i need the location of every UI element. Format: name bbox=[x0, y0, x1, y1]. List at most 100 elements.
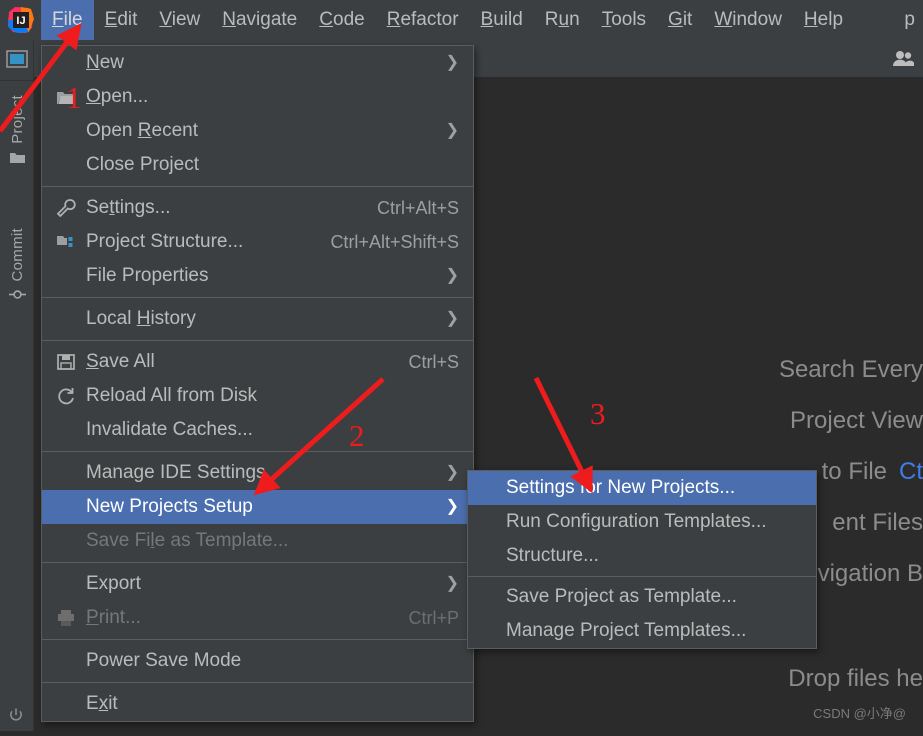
menu-bar-item-refactor[interactable]: Refactor bbox=[376, 0, 470, 40]
menu-item-shortcut: Ctrl+P bbox=[408, 607, 459, 628]
menu-item-label: Open Recent bbox=[86, 120, 198, 141]
idea-window: IJ File Edit View Navigate Code Refactor Build… bbox=[0, 0, 923, 731]
menu-item-label: Project Structure... bbox=[86, 231, 244, 252]
menu-bar-item-file[interactable]: File bbox=[41, 0, 94, 40]
new-projects-setup-item-settings-for-new-projects[interactable]: Settings for New Projects... bbox=[468, 471, 816, 505]
file-menu-item-export[interactable]: Export ❯ bbox=[42, 567, 473, 601]
sidebar-item-project-label: Project bbox=[8, 95, 26, 144]
drop-files-hint: Drop files he bbox=[788, 665, 923, 692]
menu-item-label: Export bbox=[86, 573, 141, 594]
commit-icon bbox=[8, 287, 26, 302]
menu-item-label: Manage IDE Settings bbox=[86, 462, 266, 483]
menu-bar-item-navigate[interactable]: Navigate bbox=[211, 0, 308, 40]
menu-bar-item-view[interactable]: View bbox=[148, 0, 211, 40]
chevron-right-icon: ❯ bbox=[445, 464, 459, 481]
sidebar-item-commit-label: Commit bbox=[8, 228, 26, 282]
reload-icon bbox=[56, 386, 76, 406]
file-menu-item-local-history[interactable]: Local History ❯ bbox=[42, 302, 473, 336]
file-menu-item-manage-ide-settings[interactable]: Manage IDE Settings ❯ bbox=[42, 456, 473, 490]
menu-separator bbox=[42, 562, 473, 563]
file-menu-item-open[interactable]: Open... bbox=[42, 80, 473, 114]
shortcut-hint-text: Search Every bbox=[778, 356, 923, 383]
menu-bar-item-label: Build bbox=[480, 9, 523, 30]
menu-bar-item-label: Help bbox=[803, 9, 844, 30]
sidebar-item-commit[interactable]: Commit bbox=[0, 228, 34, 302]
menu-bar-item-help[interactable]: Help bbox=[793, 0, 854, 40]
menu-item-label: Print... bbox=[86, 607, 141, 628]
file-menu-item-new-projects-setup[interactable]: New Projects Setup ❯ bbox=[42, 490, 473, 524]
menu-bar-items: File Edit View Navigate Code Refactor Build Run… bbox=[41, 0, 854, 40]
menu-separator bbox=[42, 451, 473, 452]
menu-bar-item-label: Edit bbox=[104, 9, 138, 30]
new-projects-setup-item-save-project-as-template[interactable]: Save Project as Template... bbox=[468, 580, 816, 614]
save-icon bbox=[56, 352, 76, 372]
menu-bar-item-label: Run bbox=[544, 9, 580, 30]
menu-item-label: Run Configuration Templates... bbox=[506, 511, 767, 532]
file-menu-item-power-save-mode[interactable]: Power Save Mode bbox=[42, 644, 473, 678]
file-menu-item-save-all[interactable]: Save All Ctrl+S bbox=[42, 345, 473, 379]
chevron-right-icon: ❯ bbox=[445, 54, 459, 71]
file-menu-item-save-file-as-template: Save File as Template... bbox=[42, 524, 473, 558]
menu-bar-item-edit[interactable]: Edit bbox=[94, 0, 149, 40]
power-icon[interactable] bbox=[8, 707, 24, 723]
sidebar-item-project[interactable]: Project bbox=[0, 95, 34, 165]
file-menu-item-reload-all-from-disk[interactable]: Reload All from Disk bbox=[42, 379, 473, 413]
menu-bar-item-label: Window bbox=[714, 9, 782, 30]
menu-separator bbox=[42, 297, 473, 298]
chevron-right-icon: ❯ bbox=[445, 122, 459, 139]
shortcut-hint-text: Project View bbox=[790, 407, 923, 434]
window-layout-icon[interactable] bbox=[6, 50, 28, 68]
menu-item-label: New bbox=[86, 52, 125, 73]
menu-item-label: Manage Project Templates... bbox=[506, 620, 747, 641]
file-menu-item-settings[interactable]: Settings... Ctrl+Alt+S bbox=[42, 191, 473, 225]
chevron-right-icon: ❯ bbox=[445, 575, 459, 592]
menu-item-label: Exit bbox=[86, 693, 118, 714]
project-structure-icon bbox=[56, 232, 76, 252]
file-menu-item-new[interactable]: New ❯ bbox=[42, 46, 473, 80]
shortcut-hint-text: to File bbox=[821, 458, 887, 485]
menu-item-label: Settings for New Projects... bbox=[506, 477, 736, 498]
open-folder-icon bbox=[56, 87, 76, 107]
file-menu-item-invalidate-caches[interactable]: Invalidate Caches... bbox=[42, 413, 473, 447]
new-projects-setup-item-manage-project-templates[interactable]: Manage Project Templates... bbox=[468, 614, 816, 648]
menu-bar-item-build[interactable]: Build bbox=[470, 0, 534, 40]
menu-bar-item-window[interactable]: Window bbox=[703, 0, 793, 40]
menu-item-label: Close Project bbox=[86, 154, 199, 175]
menu-item-shortcut: Ctrl+S bbox=[408, 351, 459, 372]
menu-bar-item-label: Navigate bbox=[222, 9, 298, 30]
menu-item-label: File Properties bbox=[86, 265, 209, 286]
folder-icon bbox=[9, 150, 26, 165]
file-menu-popup: New ❯ Open... Open Recent ❯ Close Project Sett… bbox=[41, 45, 474, 722]
menu-separator bbox=[42, 186, 473, 187]
menu-item-label: Structure... bbox=[506, 545, 599, 566]
file-menu-item-close-project[interactable]: Close Project bbox=[42, 148, 473, 182]
menu-bar-item-run[interactable]: Run bbox=[534, 0, 591, 40]
strip-divider bbox=[0, 80, 33, 81]
menu-item-label: Invalidate Caches... bbox=[86, 419, 253, 440]
new-projects-setup-submenu-popup: Settings for New Projects... Run Configur… bbox=[467, 470, 817, 649]
svg-text:IJ: IJ bbox=[16, 15, 25, 27]
menu-item-shortcut: Ctrl+Alt+S bbox=[376, 197, 459, 218]
menu-bar-item-tools[interactable]: Tools bbox=[591, 0, 657, 40]
file-menu-item-project-structure[interactable]: Project Structure... Ctrl+Alt+Shift+S bbox=[42, 225, 473, 259]
menu-item-label: Open... bbox=[86, 86, 149, 107]
menu-bar-item-label: Refactor bbox=[386, 9, 459, 30]
menu-item-label: Local History bbox=[86, 308, 196, 329]
shortcut-hint-row: Project View bbox=[779, 406, 923, 436]
menu-bar-item-code[interactable]: Code bbox=[308, 0, 375, 40]
shortcut-hint-text: vigation B bbox=[817, 560, 923, 587]
menu-bar-item-git[interactable]: Git bbox=[657, 0, 703, 40]
new-projects-setup-item-run-configuration-templates[interactable]: Run Configuration Templates... bbox=[468, 505, 816, 539]
menu-bar-item-label: File bbox=[52, 9, 83, 30]
new-projects-setup-item-structure[interactable]: Structure... bbox=[468, 539, 816, 573]
menu-separator bbox=[42, 682, 473, 683]
printer-icon bbox=[56, 608, 76, 628]
user-account-icon[interactable] bbox=[892, 49, 915, 67]
intellij-idea-logo-icon: IJ bbox=[7, 6, 35, 34]
file-menu-item-file-properties[interactable]: File Properties ❯ bbox=[42, 259, 473, 293]
menu-separator bbox=[468, 576, 816, 577]
file-menu-item-print: Print... Ctrl+P bbox=[42, 601, 473, 635]
menu-bar-item-label: Code bbox=[319, 9, 365, 30]
file-menu-item-open-recent[interactable]: Open Recent ❯ bbox=[42, 114, 473, 148]
file-menu-item-exit[interactable]: Exit bbox=[42, 687, 473, 721]
